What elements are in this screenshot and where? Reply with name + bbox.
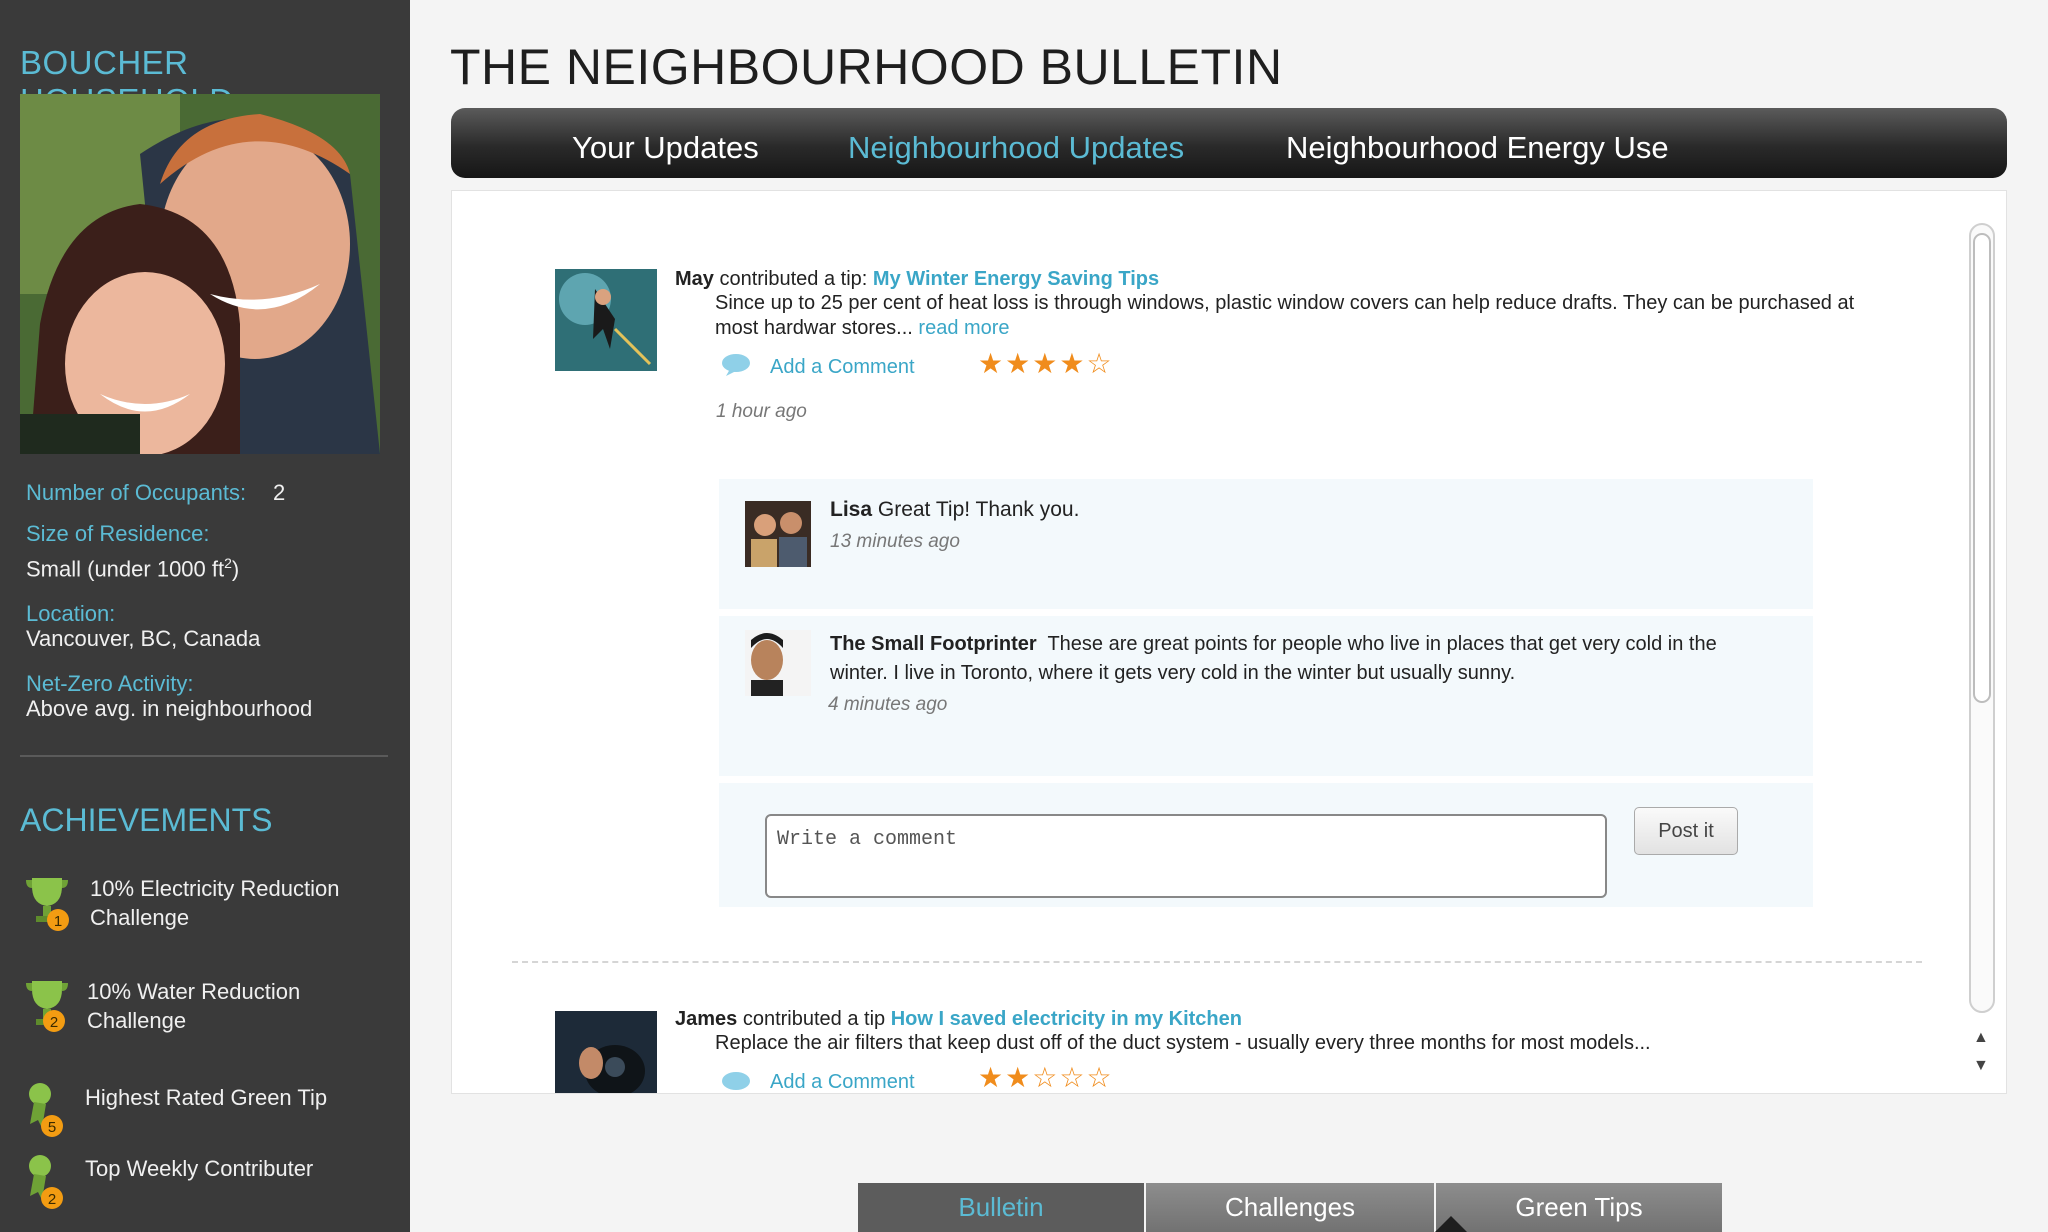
size-label: Size of Residence: <box>26 521 210 546</box>
tab-challenges[interactable]: Challenges <box>1146 1183 1434 1232</box>
achievement-item[interactable]: 1 10% Electricity Reduction Challenge <box>24 874 384 944</box>
star-empty-icon[interactable]: ☆ <box>1086 1062 1113 1093</box>
achievement-line1: Top Weekly Contributer <box>85 1156 314 1181</box>
tab-green-tips[interactable]: Green Tips <box>1436 1183 1722 1232</box>
ribbon-icon: 2 <box>29 1155 63 1209</box>
achievement-line2: Challenge <box>90 905 190 930</box>
bottom-tabs: Bulletin Challenges Green Tips <box>858 1183 1722 1232</box>
speech-bubble-icon[interactable] <box>720 353 752 377</box>
achievement-line2: Challenge <box>87 1008 187 1033</box>
star-icon[interactable]: ★ <box>1005 1062 1032 1093</box>
achievement-item[interactable]: 2 10% Water Reduction Challenge <box>24 977 384 1047</box>
post-comment-button[interactable]: Post it <box>1634 807 1738 855</box>
comment-item: Lisa Great Tip! Thank you. 13 minutes ag… <box>719 479 1813 609</box>
avatar[interactable] <box>555 1011 657 1093</box>
tab-notch-indicator <box>1435 1216 1467 1232</box>
post-body: Since up to 25 per cent of heat loss is … <box>715 291 1875 341</box>
comment-time: 4 minutes ago <box>828 694 948 715</box>
post-body-text: Replace the air filters that keep dust o… <box>715 1032 1651 1054</box>
scrollbar-thumb[interactable] <box>1973 233 1991 703</box>
comment-time: 13 minutes ago <box>830 531 960 552</box>
achievements-title: ACHIEVEMENTS <box>20 802 273 838</box>
achievement-item[interactable]: 5 Highest Rated Green Tip <box>24 1080 384 1150</box>
star-icon[interactable]: ★ <box>978 348 1005 379</box>
star-rating[interactable]: ★★★★☆ <box>978 347 1114 380</box>
comment-author[interactable]: The Small Footprinter <box>830 633 1037 655</box>
trophy-icon: 1 <box>26 878 69 931</box>
occupants-value: 2 <box>273 480 286 505</box>
size-value-text: Small (under 1000 ft <box>26 556 225 582</box>
badge-number: 1 <box>54 913 62 930</box>
badge-number: 2 <box>50 1014 58 1031</box>
tab-bulletin[interactable]: Bulletin <box>858 1183 1144 1232</box>
achievement-label: 10% Water Reduction Challenge <box>87 977 387 1035</box>
achievement-line1: 10% Water Reduction <box>87 979 301 1004</box>
size-value-sup: 2 <box>224 555 232 571</box>
household-photo <box>20 94 380 454</box>
post-action: contributed a tip <box>742 1008 886 1030</box>
comment-body: Great Tip! Thank you. <box>877 498 1080 521</box>
add-comment-link[interactable]: Add a Comment <box>770 1071 915 1093</box>
avatar[interactable] <box>555 269 657 371</box>
scrollbar[interactable]: ▲ ▼ <box>1967 221 1999 1083</box>
netzero-label: Net-Zero Activity: <box>26 671 194 696</box>
post-header: May contributed a tip: My Winter Energy … <box>675 267 1875 292</box>
location-label: Location: <box>26 601 116 626</box>
achievement-line1: Highest Rated Green Tip <box>85 1085 328 1110</box>
star-icon[interactable]: ★ <box>978 1062 1005 1093</box>
post-divider <box>512 961 1922 963</box>
occupants-label: Number of Occupants: <box>26 480 247 505</box>
post-author[interactable]: James <box>675 1008 737 1030</box>
add-comment-link[interactable]: Add a Comment <box>770 356 915 379</box>
achievement-label: Top Weekly Contributer <box>85 1154 385 1183</box>
page-title: THE NEIGHBOURHOOD BULLETIN <box>450 39 1283 95</box>
tip-title-link[interactable]: My Winter Energy Saving Tips <box>873 268 1159 290</box>
post-body: Replace the air filters that keep dust o… <box>715 1031 1875 1056</box>
post-header: James contributed a tip How I saved elec… <box>675 1007 1875 1032</box>
comment-text: The Small Footprinter These are great po… <box>830 630 1780 688</box>
tip-title-link[interactable]: How I saved electricity in my Kitchen <box>891 1008 1242 1030</box>
star-icon[interactable]: ★ <box>1032 348 1059 379</box>
comment-item: The Small Footprinter These are great po… <box>719 616 1813 776</box>
post-time: 1 hour ago <box>716 401 807 422</box>
tab-neighbourhood-updates[interactable]: Neighbourhood Updates <box>848 130 1184 166</box>
star-empty-icon[interactable]: ☆ <box>1059 1062 1086 1093</box>
star-empty-icon[interactable]: ☆ <box>1032 1062 1059 1093</box>
achievement-item[interactable]: 2 Top Weekly Contributer <box>24 1152 384 1222</box>
tab-neighbourhood-energy-use[interactable]: Neighbourhood Energy Use <box>1286 130 1669 166</box>
badge-number: 2 <box>48 1191 56 1208</box>
comment-author[interactable]: Lisa <box>830 498 872 521</box>
avatar[interactable] <box>745 630 811 696</box>
read-more-link[interactable]: read more <box>918 317 1009 339</box>
sidebar: BOUCHER HOUSEHOLD Number of Occupants: 2… <box>0 0 410 1232</box>
scroll-down-icon[interactable]: ▼ <box>1973 1057 1989 1075</box>
post-action: contributed a tip: <box>719 268 868 290</box>
ribbon-icon: 5 <box>29 1083 63 1137</box>
comment-input[interactable]: Write a comment <box>765 814 1607 898</box>
badge-number: 5 <box>48 1119 56 1136</box>
star-rating[interactable]: ★★☆☆☆ <box>978 1061 1114 1093</box>
trophy-icon: 2 <box>26 981 68 1032</box>
achievement-label: Highest Rated Green Tip <box>85 1083 385 1112</box>
sidebar-divider <box>20 755 388 757</box>
top-nav: Your Updates Neighbourhood Updates Neigh… <box>451 108 2007 178</box>
size-value-close: ) <box>231 556 240 582</box>
achievement-line1: 10% Electricity Reduction <box>90 876 340 901</box>
post-author[interactable]: May <box>675 268 714 290</box>
size-value: Small (under 1000 ft2) <box>26 555 239 582</box>
star-empty-icon[interactable]: ☆ <box>1086 348 1113 379</box>
post-body-text: Since up to 25 per cent of heat loss is … <box>715 292 1855 339</box>
star-icon[interactable]: ★ <box>1059 348 1086 379</box>
speech-bubble-icon[interactable] <box>720 1071 752 1094</box>
avatar[interactable] <box>745 501 811 567</box>
netzero-value: Above avg. in neighbourhood <box>26 696 313 721</box>
star-icon[interactable]: ★ <box>1005 348 1032 379</box>
bulletin-feed: May contributed a tip: My Winter Energy … <box>451 190 2007 1094</box>
comment-text: Lisa Great Tip! Thank you. <box>830 497 1770 522</box>
tab-your-updates[interactable]: Your Updates <box>572 130 759 166</box>
location-value: Vancouver, BC, Canada <box>26 626 261 651</box>
scroll-up-icon[interactable]: ▲ <box>1973 1029 1989 1047</box>
achievement-label: 10% Electricity Reduction Challenge <box>90 874 390 932</box>
